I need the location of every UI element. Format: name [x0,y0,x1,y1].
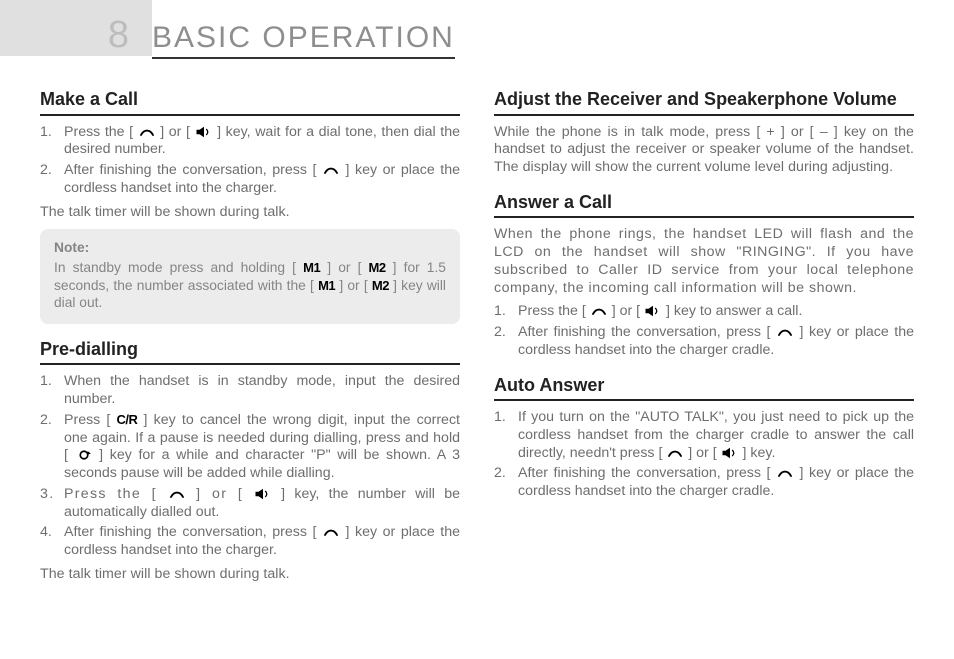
pre-dialling-steps: When the handset is in standby mode, inp… [40,373,460,560]
paragraph: When the phone rings, the handset LED wi… [494,226,914,297]
cancel-redial-key-icon: C/R [117,413,138,426]
list-item: After finishing the conversation, press … [40,524,460,560]
text: ] or [ [608,303,644,319]
m1-key-icon: M1 [303,261,320,274]
paragraph: The talk timer will be shown during talk… [40,204,460,222]
section-title-adjust-volume: Adjust the Receiver and Speakerphone Vol… [494,88,914,116]
section-title-make-a-call: Make a Call [40,88,460,116]
text: After finishing the conversation, press … [64,162,322,178]
chapter-title: BASIC OPERATION [152,21,455,59]
paragraph: The talk timer will be shown during talk… [40,566,460,584]
m1-key-icon: M1 [318,279,335,292]
text: ] or [ [186,486,254,502]
text: ] key. [739,445,776,461]
section-title-answer-a-call: Answer a Call [494,191,914,219]
talk-key-icon [666,447,684,459]
note-label: Note: [54,239,446,257]
text: After finishing the conversation, press … [64,524,322,540]
talk-key-icon [322,526,340,538]
auto-answer-steps: If you turn on the "AUTO TALK", you just… [494,409,914,501]
talk-key-icon [590,305,608,317]
text: ] or [ [156,124,195,140]
redial-key-icon [75,449,93,461]
speaker-key-icon [195,126,213,138]
talk-key-icon [322,164,340,176]
talk-key-icon [776,467,794,479]
text: Press the [ [64,124,138,140]
text: Press the [ [64,486,168,502]
list-item: Press the [ ] or [ ] key, the number wil… [40,486,460,522]
text: After finishing the conversation, press … [518,465,776,481]
text: Press the [ [518,303,590,319]
make-a-call-steps: Press the [ ] or [ ] key, wait for a dia… [40,124,460,198]
content-columns: Make a Call Press the [ ] or [ ] key, wa… [40,88,914,649]
text: Press [ [64,412,117,428]
list-item: Press the [ ] or [ ] key to answer a cal… [494,303,914,321]
m2-key-icon: M2 [372,279,389,292]
list-item: When the handset is in standby mode, inp… [40,373,460,409]
paragraph: While the phone is in talk mode, press [… [494,124,914,177]
answer-call-steps: Press the [ ] or [ ] key to answer a cal… [494,303,914,359]
text: In standby mode press and holding [ [54,260,303,275]
speaker-key-icon [721,447,739,459]
talk-key-icon [138,126,156,138]
speaker-key-icon [254,488,272,500]
section-title-auto-answer: Auto Answer [494,374,914,402]
list-item: After finishing the conversation, press … [40,162,460,198]
list-item: If you turn on the "AUTO TALK", you just… [494,409,914,462]
text: ] key for a while and character "P" will… [64,447,460,481]
text: ] key to answer a call. [662,303,802,319]
list-item: Press [ C/R ] key to cancel the wrong di… [40,412,460,483]
note-box: Note: In standby mode press and holding … [40,229,460,324]
speaker-key-icon [644,305,662,317]
text: ] or [ [335,278,372,293]
page-number: 8 [0,14,152,57]
text: ] or [ [684,445,720,461]
m2-key-icon: M2 [369,261,386,274]
text: ] or [ [320,260,368,275]
section-title-pre-dialling: Pre-dialling [40,338,460,366]
page-header: 8 BASIC OPERATION [0,14,954,59]
list-item: Press the [ ] or [ ] key, wait for a dia… [40,124,460,160]
list-item: After finishing the conversation, press … [494,324,914,360]
text: After finishing the conversation, press … [518,324,776,340]
talk-key-icon [168,488,186,500]
talk-key-icon [776,326,794,338]
list-item: After finishing the conversation, press … [494,465,914,501]
